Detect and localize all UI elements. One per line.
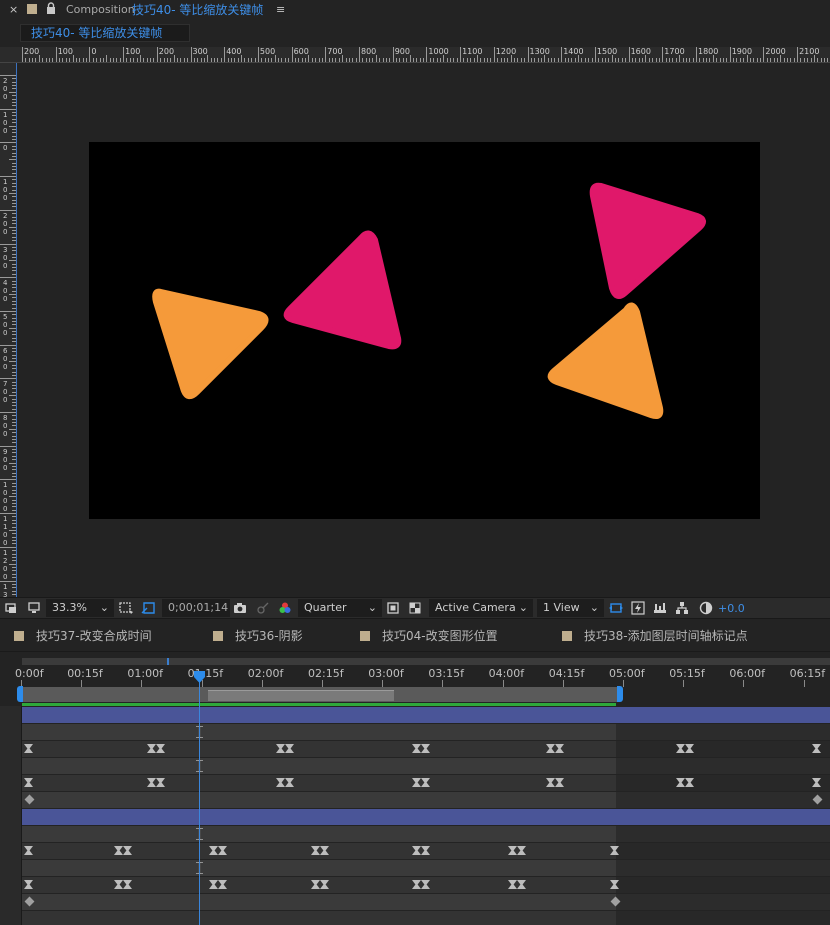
track-inactive xyxy=(616,826,830,842)
property-track[interactable] xyxy=(22,758,830,774)
keyframe-icon[interactable] xyxy=(546,744,555,753)
track-inactive xyxy=(616,724,830,740)
track-inactive xyxy=(616,911,830,925)
track-active xyxy=(22,894,616,910)
keyframe-icon[interactable] xyxy=(555,778,564,787)
keyframe-icon[interactable] xyxy=(508,880,517,889)
keyframe-icon[interactable] xyxy=(156,744,165,753)
keyframe-icon[interactable] xyxy=(685,778,694,787)
keyframe-icon[interactable] xyxy=(285,778,294,787)
keyframe-icon[interactable] xyxy=(209,846,218,855)
property-track[interactable] xyxy=(22,843,830,859)
current-time-indicator-line[interactable] xyxy=(199,673,200,925)
keyframe-icon[interactable] xyxy=(508,846,517,855)
track-active xyxy=(22,724,616,740)
keyframe-icon[interactable] xyxy=(114,846,123,855)
keyframe-icon[interactable] xyxy=(610,880,619,889)
keyframe-icon[interactable] xyxy=(218,846,227,855)
playhead-icon[interactable] xyxy=(194,668,205,683)
keyframe-icon[interactable] xyxy=(412,744,421,753)
track-active xyxy=(22,911,616,925)
property-track[interactable] xyxy=(22,741,830,757)
keyframe-icon[interactable] xyxy=(412,880,421,889)
keyframe-icon[interactable] xyxy=(421,846,430,855)
keyframe-icon[interactable] xyxy=(123,880,132,889)
track-active xyxy=(22,775,616,791)
track-inactive xyxy=(616,860,830,876)
keyframe-icon[interactable] xyxy=(311,880,320,889)
property-track[interactable] xyxy=(22,826,830,842)
keyframe-icon[interactable] xyxy=(421,778,430,787)
keyframe-icon[interactable] xyxy=(812,778,821,787)
layer-duration-bar[interactable] xyxy=(22,707,830,723)
property-track[interactable] xyxy=(22,911,830,925)
property-track[interactable] xyxy=(22,792,830,808)
keyframe-icon[interactable] xyxy=(276,744,285,753)
track-inactive xyxy=(616,877,830,893)
keyframe-icon[interactable] xyxy=(276,778,285,787)
track-active xyxy=(22,792,616,808)
keyframe-icon[interactable] xyxy=(610,846,619,855)
property-track[interactable] xyxy=(22,894,830,910)
keyframe-icon[interactable] xyxy=(285,744,294,753)
property-track[interactable] xyxy=(22,877,830,893)
property-track[interactable] xyxy=(22,775,830,791)
layer-duration-bar[interactable] xyxy=(22,809,830,825)
keyframe-icon[interactable] xyxy=(546,778,555,787)
keyframe-icon[interactable] xyxy=(676,778,685,787)
keyframe-icon[interactable] xyxy=(320,846,329,855)
track-inactive xyxy=(616,894,830,910)
keyframe-icon[interactable] xyxy=(218,880,227,889)
keyframe-icon[interactable] xyxy=(24,744,33,753)
keyframe-icon[interactable] xyxy=(311,846,320,855)
keyframe-icon[interactable] xyxy=(517,880,526,889)
layer-tracks xyxy=(0,0,830,925)
keyframe-icon[interactable] xyxy=(114,880,123,889)
property-track[interactable] xyxy=(22,860,830,876)
keyframe-icon[interactable] xyxy=(24,778,33,787)
track-active xyxy=(22,758,616,774)
track-inactive xyxy=(616,775,830,791)
track-inactive xyxy=(616,792,830,808)
track-inactive xyxy=(616,741,830,757)
keyframe-icon[interactable] xyxy=(147,778,156,787)
keyframe-icon[interactable] xyxy=(123,846,132,855)
property-track[interactable] xyxy=(22,724,830,740)
keyframe-icon[interactable] xyxy=(412,846,421,855)
keyframe-icon[interactable] xyxy=(421,744,430,753)
track-active xyxy=(22,860,616,876)
keyframe-icon[interactable] xyxy=(676,744,685,753)
track-inactive xyxy=(616,843,830,859)
keyframe-icon[interactable] xyxy=(24,880,33,889)
keyframe-icon[interactable] xyxy=(421,880,430,889)
keyframe-icon[interactable] xyxy=(24,846,33,855)
keyframe-icon[interactable] xyxy=(156,778,165,787)
keyframe-icon[interactable] xyxy=(812,744,821,753)
track-active xyxy=(22,741,616,757)
keyframe-icon[interactable] xyxy=(412,778,421,787)
keyframe-icon[interactable] xyxy=(209,880,218,889)
track-active xyxy=(22,826,616,842)
keyframe-icon[interactable] xyxy=(517,846,526,855)
keyframe-icon[interactable] xyxy=(320,880,329,889)
keyframe-icon[interactable] xyxy=(147,744,156,753)
track-inactive xyxy=(616,758,830,774)
keyframe-icon[interactable] xyxy=(685,744,694,753)
keyframe-icon[interactable] xyxy=(555,744,564,753)
